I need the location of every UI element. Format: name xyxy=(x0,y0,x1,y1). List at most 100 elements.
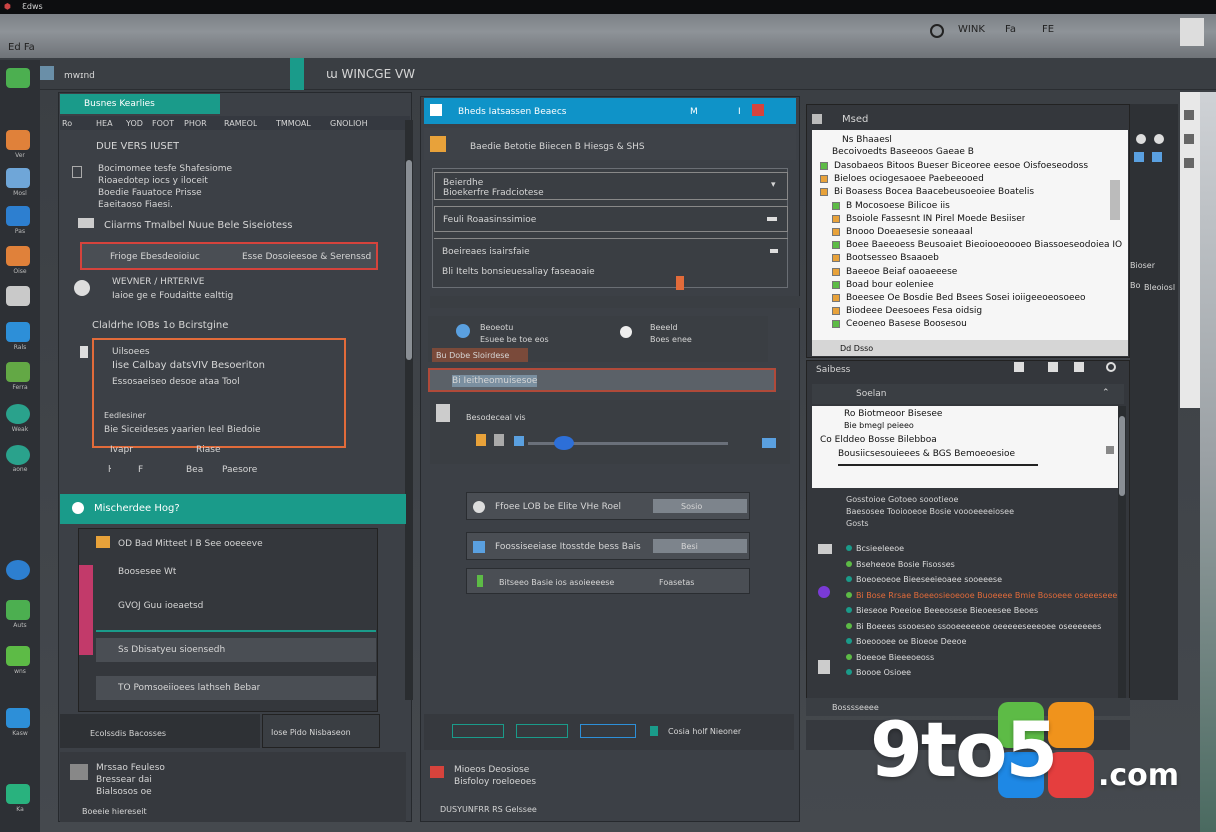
app-icon-11[interactable] xyxy=(6,560,30,580)
sync-icon[interactable] xyxy=(514,436,524,446)
edge-icon-3[interactable] xyxy=(1184,158,1194,168)
tree-row[interactable]: Bsoiole Fassesnt IN Pirel Moede Besiiser xyxy=(820,213,1110,225)
rb-tree-scroll-icon[interactable] xyxy=(1106,446,1114,454)
tree-row[interactable]: Ceoeneo Basese Boosesou xyxy=(820,318,1110,330)
list-row-5[interactable]: TO Pomsoeiioees lathseh Bebar xyxy=(96,676,376,700)
app-icon-14[interactable] xyxy=(6,708,30,728)
left-panel-tab[interactable]: Busnes Kearlies xyxy=(60,94,220,114)
close-tab-icon[interactable]: ⌃ xyxy=(1102,387,1110,399)
form-field-4[interactable]: Bli Itelts bonsieuesaliay faseaoaie xyxy=(442,266,595,278)
menu-item-8[interactable]: GNOLIOH xyxy=(330,118,368,130)
share-icon[interactable] xyxy=(1152,152,1162,162)
tree-node-icon[interactable] xyxy=(832,254,840,263)
cloud-icon[interactable] xyxy=(1134,152,1144,162)
tree-row[interactable]: Baeeoe Beiaf oaoaeeese xyxy=(820,266,1110,278)
tree-node-icon[interactable] xyxy=(832,320,840,329)
pin-icon[interactable] xyxy=(676,276,684,290)
app-icon-13[interactable] xyxy=(6,646,30,666)
menu-item-5[interactable]: PHOR xyxy=(184,118,207,130)
tree-row[interactable]: Biodeee Deesoees Fesa oidsig xyxy=(820,305,1110,317)
app-icon-6[interactable] xyxy=(6,286,30,306)
menu-item-1[interactable]: Ro xyxy=(62,118,72,130)
pin-icon-2[interactable] xyxy=(1014,362,1024,372)
left-scrollbar-thumb[interactable] xyxy=(406,160,412,360)
footer-tab-3[interactable] xyxy=(580,724,636,738)
bottom-item-4[interactable]: Paesore xyxy=(222,464,257,476)
form-field-3[interactable]: Boeireaes isairsfaie xyxy=(434,238,788,264)
middle-list-item-3[interactable]: Bitseeo Basie ios asoieeeese Foasetas xyxy=(466,568,750,594)
settings-icon[interactable] xyxy=(1136,134,1146,144)
red-bar[interactable]: Bi Ieitheomuisesoe xyxy=(428,368,776,392)
header-icon-2[interactable]: I xyxy=(738,106,741,118)
middle-list-value-box-2[interactable]: Besi xyxy=(653,539,747,553)
footer-tab-1[interactable] xyxy=(452,724,504,738)
list-row-4[interactable]: Ss Dbisatyeu sioensedh xyxy=(96,638,376,662)
tree-node-icon[interactable] xyxy=(832,241,840,250)
toolbar-item-2[interactable]: Fa xyxy=(1005,24,1016,36)
list-item-1[interactable]: OD Bad Mitteet I B See ooeeeve xyxy=(118,538,263,550)
left-row-1[interactable]: Ciiarms Tmalbel Nuue Bele Siseiotess xyxy=(78,214,370,236)
left-scrollbar[interactable] xyxy=(405,120,413,700)
tree-node-icon[interactable] xyxy=(832,307,840,316)
app-icon-3[interactable] xyxy=(6,168,30,188)
app-icon-12[interactable] xyxy=(6,600,30,620)
search-icon[interactable] xyxy=(930,24,944,38)
menu-item-3[interactable]: YOD xyxy=(126,118,143,130)
window-control[interactable] xyxy=(1180,18,1204,46)
play-icon[interactable] xyxy=(494,434,504,446)
app-icon-4[interactable] xyxy=(6,206,30,226)
bottom-item-1[interactable]: ŀ xyxy=(108,464,111,476)
middle-header[interactable]: Bheds Iatsassen Beaecs M I xyxy=(424,98,796,124)
volume-icon[interactable] xyxy=(762,438,776,448)
app-icon-7[interactable] xyxy=(6,322,30,342)
toolbar-item-3[interactable]: FE xyxy=(1042,24,1054,36)
tree-node-icon[interactable] xyxy=(832,228,840,236)
tree-node-icon[interactable] xyxy=(832,201,840,210)
left-teal-bar[interactable]: Mischerdee Hog? xyxy=(60,494,406,524)
form-field-1[interactable]: Beierdhe Bioekerfre Fradciotese ▾ xyxy=(434,172,788,200)
tree-row[interactable]: Bootsesseo Bsaaoeb xyxy=(820,252,1110,264)
dropdown-arrow-1[interactable]: ▾ xyxy=(771,179,776,191)
close-icon[interactable] xyxy=(752,104,764,116)
help-icon[interactable] xyxy=(1154,134,1164,144)
menu-item-2[interactable]: HEA xyxy=(96,118,113,130)
tree-row[interactable]: Dasobaeos Bitoos Bueser Biceoree eesoe O… xyxy=(820,160,1110,172)
tree-row[interactable]: Bieloes ociogesaoee Paebeeooed xyxy=(820,173,1110,185)
tree-scrollbar[interactable] xyxy=(1110,180,1120,220)
tree-node-icon[interactable] xyxy=(832,267,840,276)
middle-list-value-box-1[interactable]: Sosio xyxy=(653,499,747,513)
expand-icon[interactable] xyxy=(1074,362,1084,372)
folder-icon[interactable] xyxy=(38,66,54,80)
bottom-item-3[interactable]: Bea xyxy=(186,464,203,476)
list-item-3[interactable]: GVOJ Guu ioeaetsd xyxy=(118,600,203,612)
header-icon-1[interactable]: M xyxy=(690,106,698,118)
toolbar-left-label[interactable]: Ed Fa xyxy=(8,42,35,54)
tree-row[interactable]: Boad bour eoleniee xyxy=(820,279,1110,291)
app-icon-5[interactable] xyxy=(6,246,30,266)
tree-node-icon[interactable] xyxy=(832,294,840,302)
left-row-2[interactable]: Frioge Ebesdeoioiuc Esse Dosoieesoe & Se… xyxy=(80,242,378,270)
tree-row[interactable]: Bnooo Doeaesesie soneaaal xyxy=(820,226,1110,238)
app-icon-9[interactable] xyxy=(6,404,30,424)
middle-list-item-2[interactable]: Foossiseeiase Itosstde bess Bais Besi xyxy=(466,532,750,560)
bottom-item-2[interactable]: F xyxy=(138,464,143,476)
menu-item-6[interactable]: RAMEOL xyxy=(224,118,257,130)
tree-row[interactable]: B Mocosoese Bilicoe iis xyxy=(820,200,1110,212)
form-field-2[interactable]: Feuli Roaasinssimioe xyxy=(434,206,788,232)
tree-node-icon[interactable] xyxy=(832,280,840,289)
list-item-2[interactable]: Boosesee Wt xyxy=(118,566,176,578)
lock-icon[interactable] xyxy=(1048,362,1058,372)
app-icon-10[interactable] xyxy=(6,445,30,465)
tree-row[interactable]: Boee Baeeoess Beusoaiet Bieoiooeoooeo Bi… xyxy=(820,239,1122,251)
menu-item-4[interactable]: FOOT xyxy=(152,118,174,130)
left-footer-right[interactable]: Iose Pido Nisbaseon xyxy=(262,714,380,748)
field-handle-icon-2[interactable] xyxy=(770,249,778,253)
orange-bar[interactable]: Bu Dobe Sloirdese xyxy=(432,348,528,362)
tree-row[interactable]: Boeesee Oe Bosdie Bed Bsees Sosei ioiige… xyxy=(820,292,1110,304)
toolbar-item-1[interactable]: WINK xyxy=(958,24,985,36)
app-icon-8[interactable] xyxy=(6,362,30,382)
middle-list-item-1[interactable]: Ffoee LOB be Elite VHe Roel Sosio xyxy=(466,492,750,520)
refresh-icon[interactable] xyxy=(1106,362,1116,372)
footer-tab-2[interactable] xyxy=(516,724,568,738)
file-icon[interactable] xyxy=(476,434,486,446)
